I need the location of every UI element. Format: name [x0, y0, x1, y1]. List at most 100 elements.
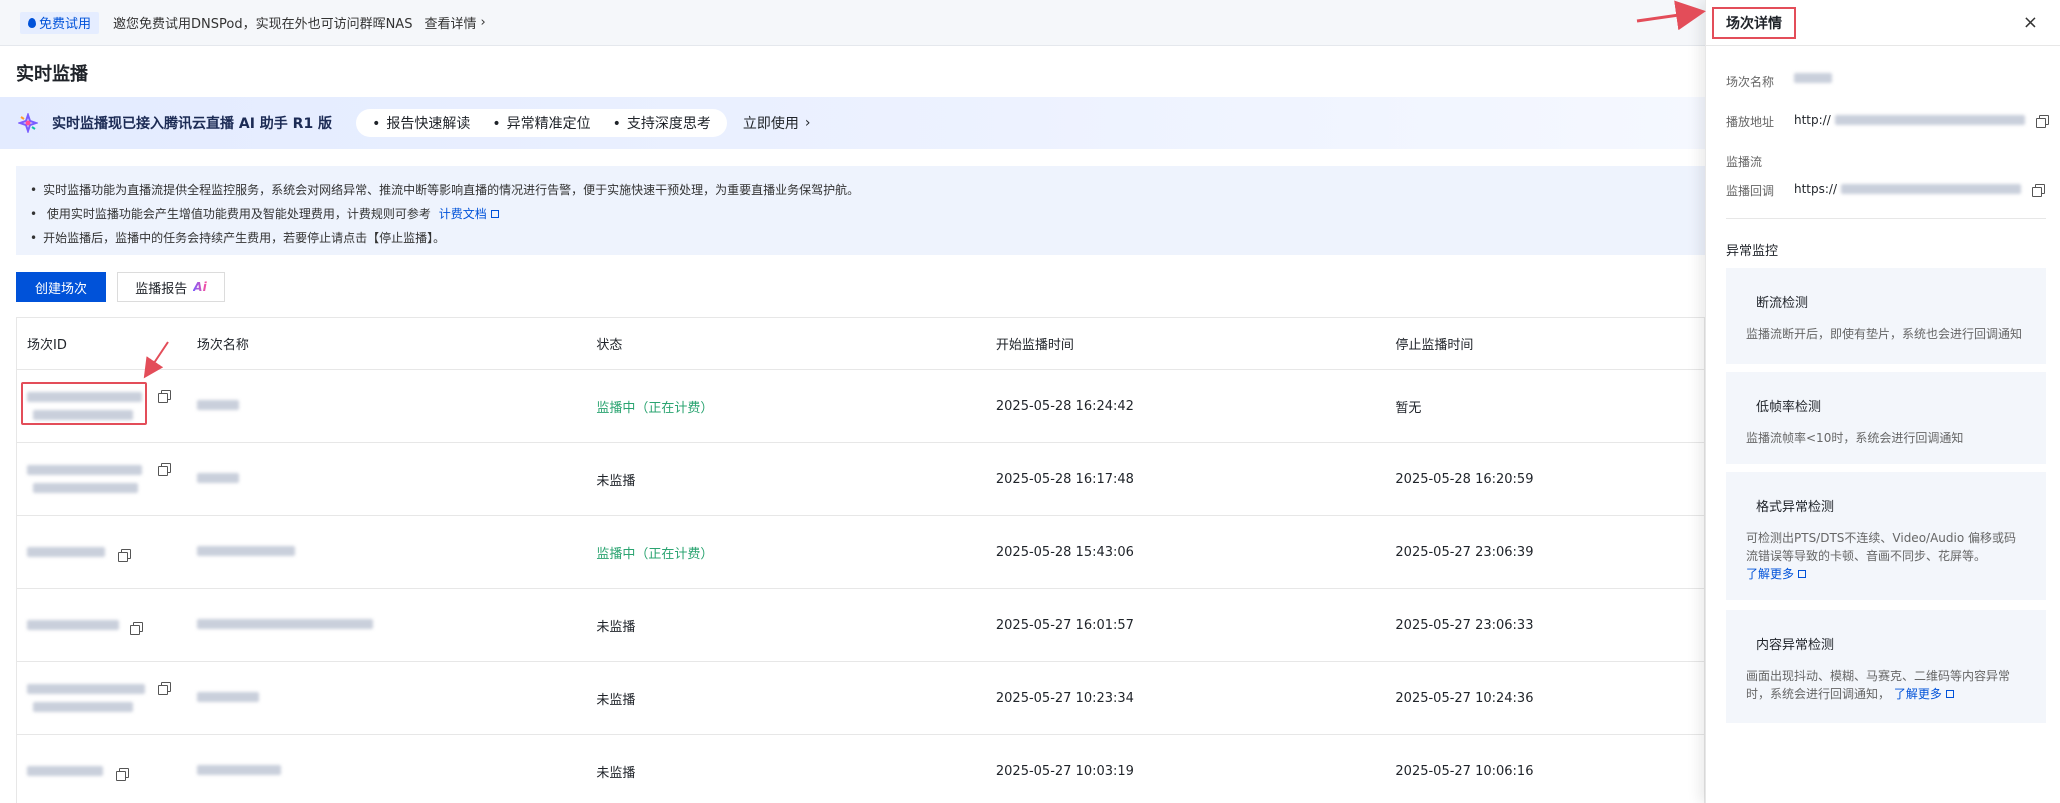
start-time-cell: 2025-05-27 16:01:57 [995, 617, 1134, 633]
live-monitor-page: 免费试用 邀您免费试用DNSPod，实现在外也可访问群晖NAS 查看详情 › 实… [0, 0, 2060, 803]
copy-icon[interactable] [118, 549, 131, 562]
session-id-cell[interactable] [17, 443, 187, 515]
stop-time-cell: 2025-05-28 16:20:59 [1395, 471, 1534, 487]
monitor-report-button[interactable]: 监播报告 Ai [117, 272, 225, 302]
drawer-header: 场次详情 × [1706, 0, 2060, 46]
table-row[interactable]: 未监播 2025-05-27 16:01:57 2025-05-27 23:06… [17, 589, 1704, 662]
close-icon[interactable]: × [2023, 12, 2038, 33]
content-anomaly-card: 内容异常检测 画面出现抖动、模糊、马赛克、二维码等内容异常时，系统会进行回调通知… [1726, 610, 2046, 723]
feature-pill: 报告快速解读 异常精准定位 支持深度思考 [356, 109, 727, 137]
card-title: 断流检测 [1756, 296, 1809, 311]
header-start-time: 开始监播时间 [995, 338, 1074, 353]
info-line-3: 开始监播后，监播中的任务会持续产生费用，若要停止请点击【停止监播】。 [30, 226, 1705, 250]
billing-doc-link[interactable]: 计费文档 [439, 207, 499, 221]
external-link-icon [1798, 570, 1807, 578]
promo-bar: 免费试用 邀您免费试用DNSPod，实现在外也可访问群晖NAS 查看详情 › [0, 0, 1705, 46]
learn-more-link[interactable]: 了解更多 [1746, 567, 1807, 581]
learn-more-link[interactable]: 了解更多 [1894, 687, 1954, 701]
callback-prefix: https:// [1794, 182, 1838, 196]
session-details-drawer: 场次详情 × 场次名称 播放地址 http:// 监播流 监播回调 https:… [1705, 0, 2060, 803]
view-details-link[interactable]: 查看详情 › [424, 13, 485, 32]
chevron-right-icon: › [804, 115, 811, 131]
copy-icon[interactable] [158, 682, 171, 695]
status-cell: 未监播 [596, 692, 636, 708]
session-id-cell[interactable] [17, 662, 187, 734]
drawer-title: 场次详情 [1712, 7, 1796, 39]
feature-item: 支持深度思考 [613, 113, 711, 133]
copy-icon[interactable] [158, 463, 171, 476]
start-time-cell: 2025-05-27 10:23:34 [995, 690, 1134, 706]
droplet-icon [28, 17, 36, 28]
session-name-cell [187, 472, 587, 487]
redacted-session-id [27, 684, 145, 712]
use-now-button[interactable]: 立即使用 › [743, 113, 811, 133]
start-time-cell: 2025-05-28 16:17:48 [995, 471, 1134, 487]
copy-icon[interactable] [130, 622, 143, 635]
card-desc: 监播流帧率<10时，系统会进行回调通知 [1746, 431, 1964, 445]
session-id-cell[interactable] [17, 516, 187, 588]
play-url-label: 播放地址 [1726, 115, 1775, 129]
stop-time-cell: 2025-05-27 23:06:39 [1395, 544, 1534, 560]
stop-time-cell: 2025-05-27 10:06:16 [1395, 763, 1534, 779]
header-session-name: 场次名称 [196, 338, 249, 353]
table-row[interactable]: 未监播 2025-05-27 10:23:34 2025-05-27 10:24… [17, 662, 1704, 735]
learn-more-label: 了解更多 [1893, 687, 1942, 701]
format-anomaly-card: 格式异常检测 可检测出PTS/DTS不连续、Video/Audio 偏移或码流错… [1726, 472, 2046, 600]
redacted-session-id [27, 547, 105, 557]
info-line-1: 实时监播功能为直播流提供全程监控服务，系统会对网络异常、推流中断等影响直播的情况… [30, 178, 1705, 202]
card-title: 内容异常检测 [1756, 638, 1835, 653]
info-line-2-text: 使用实时监播功能会产生增值功能费用及智能处理费用，计费规则可参考 [46, 207, 431, 221]
ai-assistant-banner: 实时监播现已接入腾讯云直播 AI 助手 R1 版 报告快速解读 异常精准定位 支… [0, 97, 1705, 149]
header-session-id: 场次ID [27, 338, 67, 353]
start-time-cell: 2025-05-28 15:43:06 [995, 544, 1134, 560]
ai-logo-icon [16, 111, 40, 135]
view-details-label: 查看详情 [424, 17, 477, 32]
table-row[interactable]: 未监播 2025-05-28 16:17:48 2025-05-28 16:20… [17, 443, 1704, 516]
page-title: 实时监播 [16, 64, 88, 85]
session-id-cell[interactable] [17, 735, 187, 803]
monitor-stream-label: 监播流 [1726, 155, 1763, 169]
copy-icon[interactable] [116, 768, 129, 781]
card-desc: 画面出现抖动、模糊、马赛克、二维码等内容异常时，系统会进行回调通知， 了解更多 [1746, 667, 2026, 703]
monitor-report-label: 监播报告 [135, 281, 188, 297]
feature-item: 报告快速解读 [372, 113, 470, 133]
status-cell: 监播中（正在计费） [596, 400, 714, 416]
status-cell: 未监播 [596, 765, 636, 781]
monitor-callback-label: 监播回调 [1726, 184, 1775, 198]
highlight-frame [21, 382, 147, 425]
table-row[interactable]: 监播中（正在计费） 2025-05-28 16:24:42 暂无 [17, 370, 1704, 443]
divider [1726, 218, 2046, 219]
ai-badge: Ai [193, 280, 207, 294]
session-name-cell [187, 618, 587, 633]
stream-break-card: 断流检测 监播流断开后，即使有垫片，系统也会进行回调通知 [1726, 268, 2046, 364]
table-row[interactable]: 未监播 2025-05-27 10:03:19 2025-05-27 10:06… [17, 735, 1704, 803]
create-session-button[interactable]: 创建场次 [16, 272, 106, 302]
ai-banner-title: 实时监播现已接入腾讯云直播 AI 助手 R1 版 [52, 116, 333, 132]
external-link-icon [490, 210, 499, 218]
card-desc-text: 画面出现抖动、模糊、马赛克、二维码等内容异常时，系统会进行回调通知， [1746, 669, 2011, 701]
session-name-cell [187, 691, 587, 706]
session-name-label: 场次名称 [1726, 75, 1775, 89]
status-cell: 监播中（正在计费） [596, 546, 714, 562]
card-title: 低帧率检测 [1756, 400, 1822, 415]
table-row[interactable]: 监播中（正在计费） 2025-05-28 15:43:06 2025-05-27… [17, 516, 1704, 589]
sessions-table: 场次ID 场次名称 状态 开始监播时间 停止监播时间 监播中（正在计费） 202… [16, 317, 1705, 803]
stop-time-cell: 暂无 [1395, 400, 1422, 416]
copy-icon[interactable] [2032, 184, 2046, 197]
info-line-2: 使用实时监播功能会产生增值功能费用及智能处理费用，计费规则可参考 计费文档 [30, 202, 1705, 226]
chevron-right-icon: › [480, 15, 486, 30]
session-name-cell [187, 764, 587, 779]
card-title: 格式异常检测 [1756, 500, 1835, 515]
session-id-cell[interactable] [17, 589, 187, 661]
session-name-value [1794, 73, 1832, 83]
anomaly-monitor-heading: 异常监控 [1726, 244, 1779, 259]
card-desc: 可检测出PTS/DTS不连续、Video/Audio 偏移或码流错误等导致的卡顿… [1746, 529, 2026, 583]
info-notice: 实时监播功能为直播流提供全程监控服务，系统会对网络异常、推流中断等影响直播的情况… [16, 166, 1705, 255]
stop-time-cell: 2025-05-27 10:24:36 [1395, 690, 1534, 706]
start-time-cell: 2025-05-28 16:24:42 [995, 398, 1134, 414]
redacted-session-id [27, 766, 103, 776]
monitor-callback-value: https:// [1794, 182, 2046, 197]
copy-icon[interactable] [2035, 115, 2049, 128]
free-trial-badge[interactable]: 免费试用 [20, 11, 100, 34]
copy-icon[interactable] [158, 390, 171, 403]
